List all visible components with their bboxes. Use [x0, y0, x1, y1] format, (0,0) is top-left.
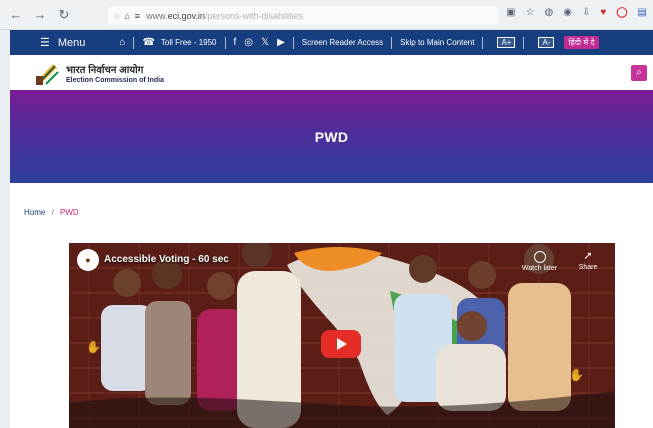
video-title[interactable]: Accessible Voting - 60 sec	[104, 254, 229, 265]
adblock-icon[interactable]: ◯	[616, 7, 627, 18]
forward-icon[interactable]: →	[32, 7, 48, 23]
page-banner: PWD	[10, 90, 653, 183]
play-button[interactable]	[321, 330, 361, 358]
page-title: PWD	[314, 128, 349, 145]
back-icon[interactable]: ←	[8, 7, 24, 23]
pocket-icon[interactable]: ◍	[545, 7, 554, 18]
youtube-icon[interactable]: ▶	[277, 37, 285, 48]
handprint-icon: ✋	[86, 340, 101, 354]
browser-toolbar: ← → ↻ ◌ ⌂ ≡ www. eci.gov.in /persons-wit…	[0, 0, 653, 30]
nav-divider	[224, 36, 226, 49]
toll-free-number: Toll Free - 1950	[160, 38, 217, 47]
shield-icon: ◌	[114, 10, 120, 21]
menu-icon: ☰	[40, 37, 50, 49]
url-prefix: www.	[146, 10, 168, 21]
phone-icon: ☎	[142, 37, 155, 48]
account-icon[interactable]: ◉	[563, 7, 572, 18]
facebook-icon[interactable]: f	[234, 37, 237, 48]
site-header: भारत निर्वाचन आयोग Election Commission o…	[10, 55, 653, 90]
handprint-icon: ✋	[569, 368, 584, 382]
logo-text[interactable]: भारत निर्वाचन आयोग Election Commission o…	[66, 62, 164, 84]
search-icon[interactable]: ⌕	[631, 65, 647, 81]
watch-later-label: Watch later	[521, 265, 558, 272]
share-button[interactable]: ➚ Share	[574, 250, 602, 272]
breadcrumb-current: PWD	[60, 208, 79, 217]
screen-reader-link[interactable]: Screen Reader Access	[302, 38, 383, 47]
skip-main-link[interactable]: Skip to Main Content	[400, 38, 474, 47]
logo-english-text: Election Commission of India	[66, 77, 165, 84]
play-icon	[337, 338, 347, 350]
nav-divider	[292, 36, 294, 49]
nav-divider	[133, 36, 135, 49]
clock-icon	[533, 251, 546, 263]
tab-icon[interactable]: ▤	[638, 7, 647, 18]
x-icon[interactable]: 𝕏	[261, 37, 269, 48]
reader-icon[interactable]: ▣	[506, 7, 515, 18]
breadcrumb: Home / PWD	[24, 208, 79, 217]
channel-avatar[interactable]: ●	[77, 249, 99, 271]
url-path: /persons-with-disabilities	[204, 10, 303, 21]
logo-hindi-text: भारत निर्वाचन आयोग	[66, 65, 144, 76]
site-top-nav: ☰ Menu ⌂ ☎ Toll Free - 1950 f ◎ 𝕏 ▶ Scre…	[10, 30, 653, 55]
home-icon[interactable]: ⌂	[119, 37, 125, 48]
browser-actions: ▣ ☆ ◍ ◉ ⇩ ♥ ◯ ▤	[506, 7, 647, 18]
nav-divider	[482, 36, 484, 49]
share-label: Share	[578, 264, 598, 271]
instagram-icon[interactable]: ◎	[244, 37, 253, 48]
download-icon[interactable]: ⇩	[582, 7, 590, 18]
address-bar[interactable]: ◌ ⌂ ≡ www. eci.gov.in /persons-with-disa…	[108, 6, 498, 25]
video-player[interactable]: ● Accessible Voting - 60 sec Watch later…	[69, 243, 615, 428]
site-info-icon[interactable]: ≡	[135, 11, 140, 21]
breadcrumb-separator: /	[51, 208, 54, 217]
watch-later-button[interactable]: Watch later	[517, 251, 562, 272]
font-increase-button[interactable]: A+	[497, 37, 516, 48]
lock-icon: ⌂	[124, 10, 130, 21]
menu-button[interactable]: ☰ Menu	[40, 36, 86, 50]
refresh-icon[interactable]: ↻	[56, 7, 72, 23]
nav-divider	[391, 36, 393, 49]
eci-logo-icon[interactable]	[34, 59, 60, 86]
url-domain: eci.gov.in	[167, 10, 205, 21]
menu-label: Menu	[57, 36, 86, 49]
nav-divider	[523, 36, 525, 49]
breadcrumb-home-link[interactable]: Home	[24, 208, 45, 217]
font-decrease-button[interactable]: A-	[538, 37, 555, 48]
extension-icon[interactable]: ♥	[600, 7, 606, 18]
hindi-language-button[interactable]: हिंदी में दे	[564, 36, 599, 49]
share-icon: ➚	[583, 250, 593, 262]
star-icon[interactable]: ☆	[526, 7, 535, 18]
